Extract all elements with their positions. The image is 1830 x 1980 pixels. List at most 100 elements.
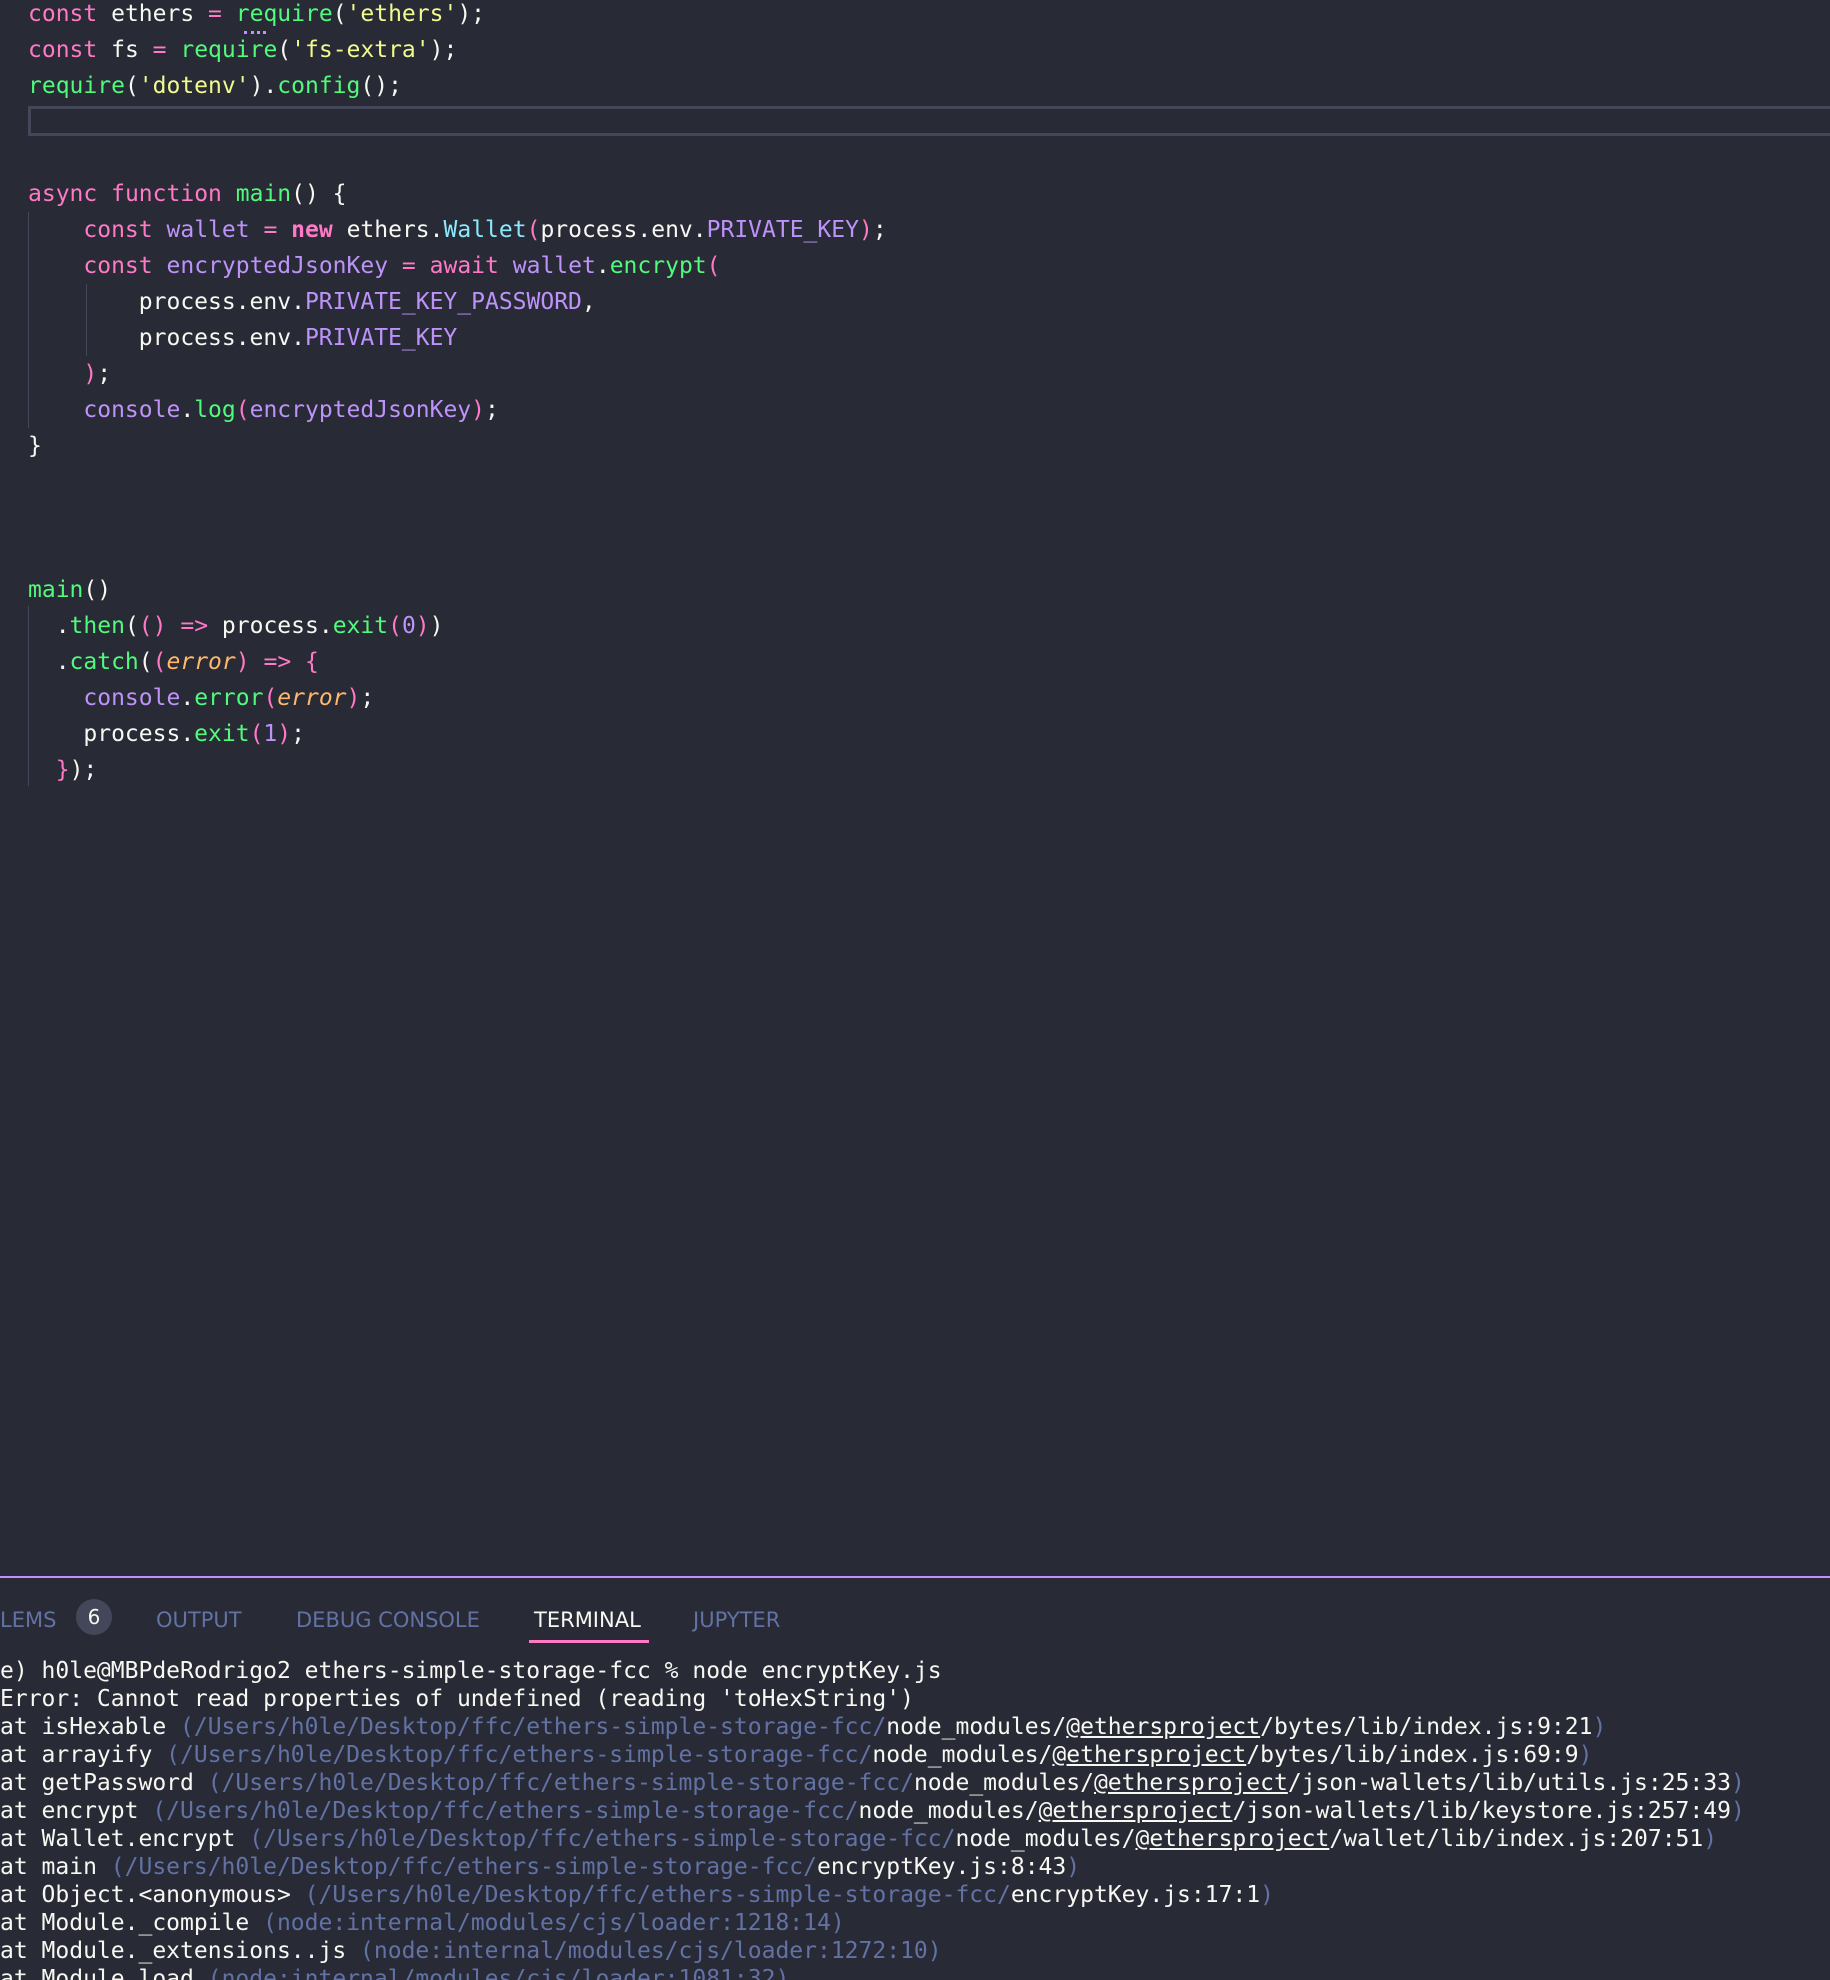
code-editor[interactable]: const ethers = require('ethers'); const f… [0, 0, 1830, 1576]
code-token: ); [69, 757, 98, 783]
code-token: wallet [512, 253, 596, 279]
terminal-line: at arrayify (/Users/h0le/Desktop/ffc/eth… [0, 1741, 1592, 1769]
code-token: ). [249, 73, 278, 99]
code-token: . [28, 613, 70, 639]
code-token: ) [346, 685, 361, 711]
terminal-line: at Module._extensions..js (node:internal… [0, 1937, 942, 1965]
terminal-line: e) h0le@MBPdeRodrigo2 ethers-simple-stor… [0, 1657, 942, 1685]
code-token: /wallet/lib/index.js:207:51 [1329, 1826, 1704, 1852]
code-token: ; [485, 397, 499, 423]
code-token: PRIVATE_KEY [304, 325, 458, 351]
code-token: @ethersproject [1052, 1742, 1247, 1768]
tab-jupyter[interactable]: JUPYTER [693, 1604, 780, 1636]
code-token: encryptedJsonKey [166, 253, 389, 279]
terminal-line: at encrypt (/Users/h0le/Desktop/ffc/ethe… [0, 1797, 1745, 1825]
code-token: 1 [263, 721, 278, 747]
tab-problems[interactable]: LEMS [0, 1604, 56, 1636]
code-token: ) [1592, 1714, 1607, 1740]
code-token: at Wallet.encrypt [0, 1826, 250, 1852]
code-token: ) [1730, 1798, 1745, 1824]
tab-debug-console[interactable]: DEBUG CONSOLE [296, 1604, 480, 1636]
code-token: ) [1703, 1826, 1718, 1852]
code-token: new [291, 217, 333, 243]
terminal-line: at Module._compile (node:internal/module… [0, 1909, 845, 1937]
code-token: ( [138, 649, 153, 675]
tab-terminal[interactable]: TERMINAL [534, 1604, 641, 1636]
code-token: @ethersproject [1135, 1826, 1330, 1852]
code-token: ; [97, 361, 112, 387]
code-token: encryptKey.js:8:43 [817, 1854, 1067, 1880]
code-line: process.exit(1); [28, 716, 305, 752]
code-token: node_modules/ [886, 1714, 1067, 1740]
code-token: node_modules/ [872, 1742, 1053, 1768]
code-token: ( [249, 721, 264, 747]
code-token: () [83, 577, 112, 603]
code-token: (/Users/h0le/Desktop/ffc/ethers-simple-s… [110, 1854, 817, 1880]
code-token: encrypt [609, 253, 707, 279]
code-token: (/Users/h0le/Desktop/ffc/ethers-simple-s… [304, 1882, 1011, 1908]
code-token: PRIVATE_KEY [706, 217, 859, 243]
code-token: const [83, 217, 153, 243]
code-token: function [111, 181, 222, 207]
code-token: 'fs-extra' [291, 37, 430, 63]
code-token: PRIVATE_KEY_PASSWORD [304, 289, 582, 315]
code-line: const fs = require('fs-extra'); [28, 32, 457, 68]
code-token: Wallet [443, 217, 527, 243]
code-token: { [305, 649, 319, 675]
code-token: at encrypt [0, 1798, 153, 1824]
code-line: main() [28, 572, 111, 608]
code-token: ( [263, 685, 278, 711]
code-token: /json-wallets/lib/utils.js:25:33 [1287, 1770, 1731, 1796]
terminal-line: at isHexable (/Users/h0le/Desktop/ffc/et… [0, 1713, 1606, 1741]
code-token: ( [124, 73, 139, 99]
code-token: ( [332, 1, 347, 27]
code-line: }); [28, 752, 98, 788]
code-token: (/Users/h0le/Desktop/ffc/ethers-simple-s… [249, 1826, 956, 1852]
code-token: config [277, 73, 361, 99]
code-token: await [429, 253, 499, 279]
code-token: ; [291, 721, 305, 747]
tab-output[interactable]: OUTPUT [156, 1604, 242, 1636]
code-token: . [180, 397, 195, 423]
code-token: at Module.load [0, 1966, 208, 1980]
code-token: . [28, 649, 70, 675]
code-token: at arrayify [0, 1742, 167, 1768]
code-token: /bytes/lib/index.js:9:21 [1260, 1714, 1593, 1740]
code-token: exit [194, 721, 250, 747]
code-line: process.env.PRIVATE_KEY [28, 320, 458, 356]
code-token: ) [429, 613, 444, 639]
code-token: ) [1730, 1770, 1745, 1796]
code-token: node_modules/ [858, 1798, 1039, 1824]
code-token: console [83, 685, 181, 711]
code-line: ); [28, 356, 111, 392]
code-token: require [235, 1, 333, 27]
code-token: ; [872, 217, 887, 243]
code-token: ( [388, 613, 402, 639]
code-token: at Module._compile [0, 1910, 264, 1936]
code-token: at Object.<anonymous> [0, 1882, 305, 1908]
code-token: (/Users/h0le/Desktop/ffc/ethers-simple-s… [152, 1798, 859, 1824]
code-token: encryptKey.js:17:1 [1010, 1882, 1261, 1908]
problems-count-badge: 6 [76, 1599, 112, 1635]
code-token: ( [152, 649, 167, 675]
code-token: @ethersproject [1066, 1714, 1261, 1740]
code-token: fs [97, 37, 153, 63]
code-token: async [28, 181, 98, 207]
code-token: process. [208, 613, 333, 639]
code-token: at Module._extensions..js [0, 1938, 361, 1964]
code-token: () { [291, 181, 347, 207]
code-token: ethers. [332, 217, 444, 243]
code-token: ethers [97, 1, 209, 27]
code-token: ( [526, 217, 541, 243]
code-token: (node:internal/modules/cjs/loader:1218:1… [263, 1910, 845, 1936]
code-token: (node:internal/modules/cjs/loader:1081:3… [207, 1966, 790, 1980]
code-token: error [194, 685, 264, 711]
